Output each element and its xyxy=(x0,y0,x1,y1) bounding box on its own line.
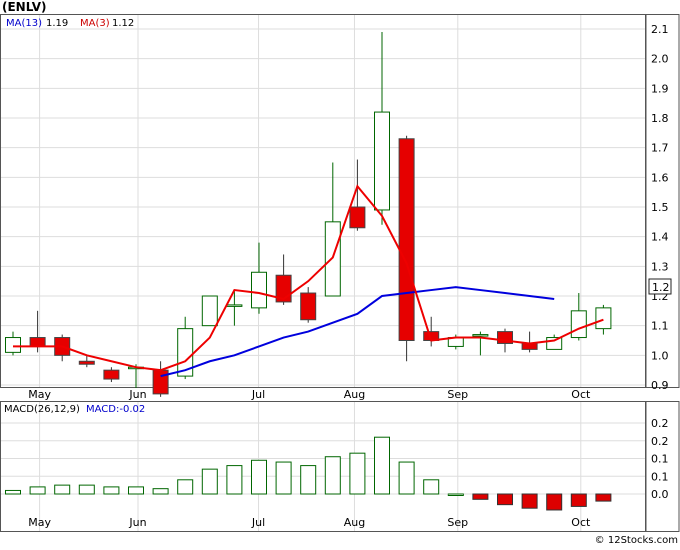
macd-bar-positive xyxy=(374,436,390,495)
macd-bar-positive xyxy=(5,489,21,495)
candle-body-up xyxy=(472,334,489,337)
price-y-tick-label: 1.3 xyxy=(651,260,669,273)
candle-body-down xyxy=(152,369,169,395)
macd-y-axis: 0.0 0.1 0.1 0.2 0.2 xyxy=(651,417,669,501)
symbol-title: (ENLV) xyxy=(2,0,47,14)
macd-x-tick-label: Sep xyxy=(447,516,468,529)
macd-bar-positive xyxy=(78,484,95,495)
candle-body-up xyxy=(546,337,563,350)
macd-bar-positive xyxy=(423,479,440,495)
price-y-tick-label: 1.7 xyxy=(651,142,669,155)
macd-bar-negative xyxy=(570,493,587,507)
macd-bar-negative xyxy=(595,493,612,502)
candle-body-down xyxy=(103,369,120,380)
candle-body-up xyxy=(201,295,218,327)
macd-bar-positive xyxy=(275,461,292,495)
macd-x-tick-label: Aug xyxy=(344,516,365,529)
chart-canvas: 0.91.01.11.21.31.41.51.61.71.81.92.02.1 … xyxy=(0,0,680,546)
macd-legend-label: MACD(26,12,9) xyxy=(4,404,80,415)
ma3-legend-label: MA(3) xyxy=(80,18,110,29)
macd-legend-value: MACD:-0.02 xyxy=(86,404,145,415)
macd-y-tick-label: 0.2 xyxy=(651,417,669,430)
macd-x-tick-label: May xyxy=(28,516,51,529)
macd-bar-positive xyxy=(201,468,218,495)
macd-bar-negative xyxy=(472,493,489,500)
macd-bar-positive xyxy=(251,459,267,495)
candle-body-up xyxy=(570,310,587,339)
candle-body-down xyxy=(78,360,95,365)
macd-bar-positive xyxy=(128,486,144,495)
last-price-badge: 1.2 xyxy=(648,278,672,295)
macd-bar-positive xyxy=(447,493,464,496)
macd-x-tick-label: Oct xyxy=(571,516,591,529)
price-y-tick-label: 1.4 xyxy=(651,231,669,244)
macd-bar-positive xyxy=(54,484,71,495)
ma3-legend-value: 1.12 xyxy=(112,18,134,29)
watermark: © 12Stocks.com xyxy=(595,535,678,546)
price-y-tick-label: 1.0 xyxy=(651,349,669,362)
price-y-tick-label: 1.9 xyxy=(651,82,669,95)
macd-bar-positive xyxy=(300,465,317,495)
macd-x-tick-label: Jun xyxy=(128,516,146,529)
price-x-tick-label: Jun xyxy=(128,388,146,401)
macd-y-tick-label: 0.1 xyxy=(651,453,669,466)
candle-body-down xyxy=(29,337,46,347)
price-x-tick-label: May xyxy=(28,388,51,401)
price-y-tick-label: 1.6 xyxy=(651,171,669,184)
macd-bar-negative xyxy=(497,493,513,506)
price-x-tick-label: Oct xyxy=(571,388,591,401)
macd-bar-negative xyxy=(546,493,563,511)
candle-body-down xyxy=(398,138,415,341)
macd-bar-positive xyxy=(226,465,243,495)
candle xyxy=(201,295,218,327)
macd-y-tick-label: 0.1 xyxy=(651,470,669,483)
macd-bar-positive xyxy=(152,488,169,495)
price-panel-frame xyxy=(0,14,646,388)
macd-y-tick-label: 0.0 xyxy=(651,488,669,501)
price-x-axis: May Jun Jul Aug Sep Oct xyxy=(28,388,591,401)
candle-body-up xyxy=(374,111,390,211)
price-y-tick-label: 0.9 xyxy=(651,379,669,392)
macd-bar-positive xyxy=(349,452,366,495)
price-x-tick-label: Sep xyxy=(447,388,468,401)
macd-x-tick-label: Jul xyxy=(251,516,265,529)
macd-bar-positive xyxy=(103,486,120,495)
macd-legend: MACD(26,12,9) MACD:-0.02 xyxy=(4,404,145,415)
price-y-tick-label: 1.8 xyxy=(651,112,669,125)
candle-body-up xyxy=(251,271,267,309)
last-price-value: 1.2 xyxy=(652,281,670,294)
candle-body-down xyxy=(349,206,366,229)
macd-bar-positive xyxy=(324,456,341,495)
price-y-tick-label: 1.5 xyxy=(651,201,669,214)
ma13-legend-value: 1.19 xyxy=(46,18,68,29)
price-y-tick-label: 2.1 xyxy=(651,23,669,36)
candle xyxy=(398,135,415,362)
macd-panel-frame xyxy=(0,401,646,532)
candle-body-up xyxy=(226,304,243,307)
macd-bar-positive xyxy=(177,479,194,495)
candle-body-up xyxy=(5,337,21,353)
price-x-tick-label: Aug xyxy=(344,388,365,401)
macd-bar-negative xyxy=(521,493,538,509)
candle-body-down xyxy=(300,292,317,321)
macd-bar-positive xyxy=(29,486,46,495)
ma13-legend-label: MA(13) xyxy=(6,18,42,29)
price-x-tick-label: Jul xyxy=(251,388,265,401)
macd-bar-positive xyxy=(398,461,415,495)
price-y-tick-label: 2.0 xyxy=(651,53,669,66)
candle-body-up xyxy=(324,221,341,297)
candle-body-up xyxy=(595,307,612,330)
macd-y-tick-label: 0.2 xyxy=(651,435,669,448)
stock-chart: 0.9 1.0 1.1 1.2 1.3 1.4 1.5 1.6 1.7 1.8 1.9 2.0 2.1 … xyxy=(0,0,680,546)
price-y-tick-label: 1.1 xyxy=(651,320,669,333)
